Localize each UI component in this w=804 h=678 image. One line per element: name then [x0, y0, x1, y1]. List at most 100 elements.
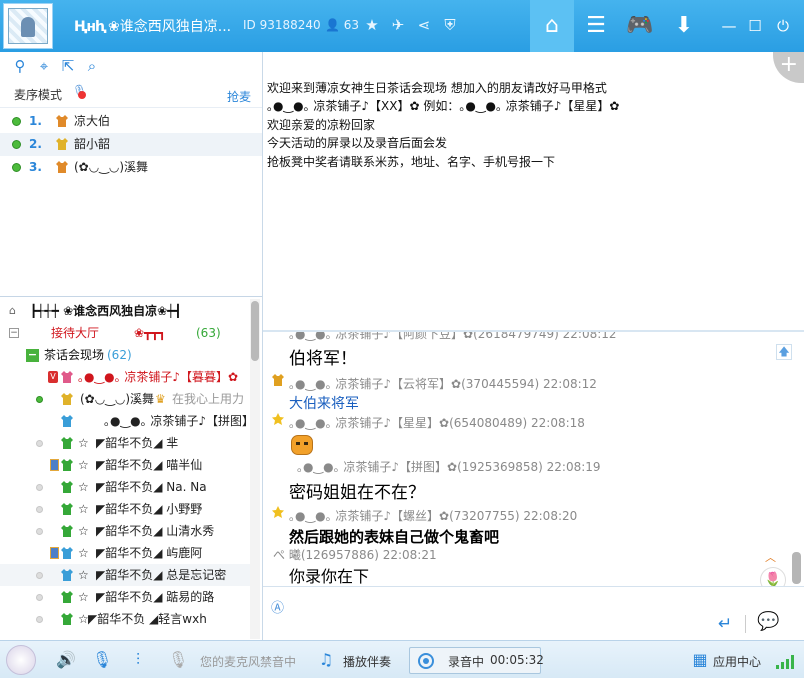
member-badge [50, 459, 59, 471]
export-icon[interactable]: ⇱ [59, 57, 77, 75]
room-id: ID 93188240 [243, 18, 321, 32]
flower-button[interactable]: 🌷 [760, 567, 786, 586]
announcement-panel: 欢迎来到薄凉女神生日茶话会现场 想加入的朋友请改好马甲格式 ｡●‿●｡ 凉茶铺子♪… [263, 52, 804, 330]
gift-tab[interactable]: ⬇ [662, 0, 706, 52]
scrollbar-thumb[interactable] [251, 301, 259, 361]
tree-user[interactable]: ☆ ◤韶华不负◢ 屿鹿阿 [0, 542, 250, 564]
share-icon[interactable]: ⋖ [414, 15, 434, 35]
game-tab[interactable]: 🎮 [618, 0, 662, 52]
tree-user[interactable]: V ｡●‿●｡ 凉茶铺子♪【暮暮】✿ [0, 366, 250, 388]
tree-user[interactable]: ☆ ◤韶华不负 ◢轻言wxh [0, 608, 250, 630]
message-input-area[interactable]: Ⓐ ↵ 💬 [263, 586, 804, 640]
font-settings-icon[interactable]: Ⓐ [271, 597, 289, 616]
chat-scrollbar-thumb[interactable] [792, 552, 801, 584]
user-name: ｡●‿●｡ 凉茶铺子♪【拼图】 [104, 414, 255, 428]
announcement-line: 抢板凳中奖者请联系米苏，地址、名字、手机号报一下 [267, 154, 556, 169]
emoji-cat-icon [291, 435, 313, 455]
queue-item[interactable]: 1. 凉大伯 [0, 110, 262, 133]
lobby-count: (63) [196, 326, 221, 340]
announcement-line: ｡●‿●｡ 凉茶铺子♪【XX】✿ 例如：｡●‿●｡ 凉茶铺子♪【星星】✿ [267, 99, 620, 114]
shirt-icon [61, 547, 73, 559]
shirt-icon [61, 525, 73, 537]
equalizer-icon[interactable]: ⫶ [128, 650, 148, 670]
user-extra: 在我心上用力 [172, 392, 245, 406]
scroll-top-button[interactable]: 🡅 [776, 344, 792, 360]
tree-user[interactable]: ☆ ◤韶华不负◢ 山清水秀 [0, 520, 250, 542]
power-button[interactable]: ⏻ [774, 17, 792, 35]
star-outline-icon: ☆ [78, 546, 89, 560]
send-icon[interactable]: ↵ [718, 614, 732, 634]
tree-lobby[interactable]: − 接待大厅 ❀┳┳┓ (63) [0, 322, 250, 344]
user-name: ◤韶华不负◢ 小野野 [96, 502, 203, 516]
tree-user[interactable]: ☆ ◤韶华不负◢ 小野野 [0, 498, 250, 520]
chat-bubble-icon[interactable]: 💬 [757, 611, 779, 632]
channel-count: (62) [107, 348, 132, 362]
gift-icon: ⬇ [674, 13, 694, 38]
app-grid-icon[interactable]: ▦ [690, 650, 710, 670]
recording-button[interactable]: 录音中 00:05:32 [409, 647, 544, 674]
mic-muted-label: 您的麦克风禁音中 [200, 655, 297, 669]
mic-off-icon[interactable]: 🎙 [72, 84, 87, 102]
tree-user[interactable]: (✿◡‿◡)溪舞 ♛ 在我心上用力 [0, 388, 250, 410]
queue-item[interactable]: 2. 韶小韶 [0, 133, 262, 156]
star-badge-icon [272, 506, 284, 518]
home-tab[interactable]: ⌂ [530, 0, 574, 52]
chevron-up-icon[interactable]: ︿ [765, 549, 776, 565]
person-icon: 👤 [325, 18, 340, 32]
list-icon: ☰ [586, 13, 606, 38]
divider [0, 107, 262, 108]
message-meta: ｡●‿●｡ 凉茶铺子♪【拼图】✿(1925369858) 22:08:19 [297, 460, 601, 474]
star-outline-icon: ☆ [78, 436, 89, 450]
queue-item[interactable]: 3. (✿◡‿◡)溪舞 [0, 156, 262, 179]
location-icon[interactable]: ⌖ [35, 57, 53, 75]
grab-mic-button[interactable]: 抢麦 [227, 88, 251, 105]
signal-bar [791, 655, 794, 669]
offline-dot [36, 616, 43, 623]
shirt-icon [61, 503, 73, 515]
announcement-line: 欢迎亲爱的凉粉回家 [267, 117, 376, 132]
collapse-icon[interactable]: − [9, 328, 19, 338]
star-badge-icon [272, 413, 284, 425]
list-tab[interactable]: ☰ [574, 0, 618, 52]
plane-icon[interactable]: ✈ [388, 15, 408, 35]
home-icon: ⌂ [545, 13, 559, 38]
shield-icon[interactable]: ⛨ [440, 15, 460, 35]
tree-user[interactable]: ☆ ◤韶华不负◢ 踮易的路 [0, 586, 250, 608]
flower-icon: 🌷 [764, 572, 782, 586]
channel-name: 茶话会现场 [44, 348, 105, 362]
mic-icon[interactable]: 🎙 [92, 650, 112, 670]
avatar[interactable] [6, 645, 36, 675]
tree-user[interactable]: ｡●‿●｡ 凉茶铺子♪【拼图】 [0, 410, 254, 432]
collapse-icon[interactable]: − [26, 349, 39, 362]
user-icon[interactable]: ⚲ [11, 57, 29, 75]
music-note-icon[interactable]: ♫ [316, 650, 336, 670]
minimize-button[interactable]: — [720, 17, 738, 35]
bottom-bar: 🔊 🎙 ⫶ 🎙 您的麦克风禁音中 ♫ 播放伴奏 录音中 00:05:32 ▦ 应… [0, 640, 804, 678]
lobby-extra: ❀┳┳┓ [134, 326, 166, 340]
member-badge [50, 547, 59, 559]
signal-strength-icon [776, 655, 796, 669]
tree-channel[interactable]: − 茶话会现场 (62) [0, 344, 250, 366]
recording-time: 00:05:32 [490, 653, 544, 667]
shirt-icon [61, 613, 73, 625]
star-icon[interactable]: ★ [362, 15, 382, 35]
shirt-icon [61, 437, 73, 449]
room-logo[interactable] [3, 3, 53, 49]
tree-user[interactable]: ☆ ◤韶华不负◢ Na. Na [0, 476, 250, 498]
play-music-button[interactable]: 播放伴奏 [343, 653, 391, 670]
online-dot [12, 163, 21, 172]
online-dot [12, 117, 21, 126]
maximize-button[interactable]: ☐ [746, 17, 764, 35]
search-icon[interactable]: ⌕ [83, 57, 101, 75]
message-text: 密码姐姐在不在？ [289, 483, 425, 503]
speaker-icon[interactable]: 🔊 [56, 650, 76, 670]
shirt-icon [61, 459, 73, 471]
tree-user[interactable]: ☆ ◤韶华不负◢ 芈 [0, 432, 250, 454]
tree-root[interactable]: ⌂ ┣┽┽┿ ❀谁念西风独自凉❀┿┫ [0, 300, 250, 322]
shirt-icon [56, 115, 68, 127]
tree-user[interactable]: ☆ ◤韶华不负◢ 总是忘记密 [0, 564, 250, 586]
tree-scrollbar[interactable] [250, 299, 260, 639]
tree-user[interactable]: ☆ ◤韶华不负◢ 喵半仙 [0, 454, 250, 476]
app-center-button[interactable]: 应用中心 [713, 653, 761, 670]
maximize-icon: ☐ [748, 17, 762, 35]
